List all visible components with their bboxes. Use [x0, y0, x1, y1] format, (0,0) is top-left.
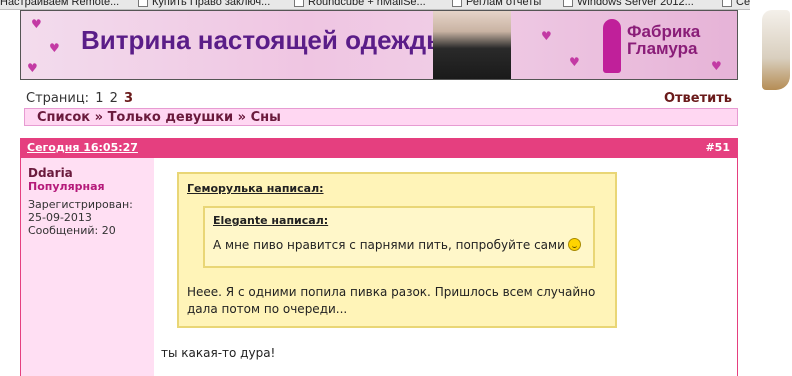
- heart-icon: ♥: [27, 61, 38, 75]
- page-link[interactable]: 1: [95, 91, 103, 106]
- logo-line-2: Гламура: [627, 39, 698, 58]
- author-info: Зарегистрирован: 25-09-2013 Сообщений: 2…: [28, 198, 133, 237]
- logo-line-1: Фабрика: [627, 22, 701, 41]
- page-icon: [722, 0, 732, 8]
- page-icon: [452, 0, 462, 8]
- author-rank: Популярная: [28, 180, 105, 193]
- bookmark-item[interactable]: Windows Server 2012...: [563, 0, 694, 9]
- quote-block: Геморулька написал: Elegante написал: А …: [177, 172, 617, 328]
- site-logo: Фабрика Гламура: [627, 23, 700, 57]
- breadcrumb-link[interactable]: Список: [37, 110, 90, 125]
- page-icon: [563, 0, 573, 8]
- bookmark-label: Реглам отчеты: [466, 0, 542, 8]
- author-name[interactable]: Ddaria: [28, 166, 73, 180]
- bookmark-item[interactable]: Купить Право заключ...: [138, 0, 270, 9]
- messages-count: Сообщений: 20: [28, 224, 116, 237]
- quote-author: Геморулька написал:: [187, 182, 324, 195]
- reply-link[interactable]: Ответить: [664, 91, 732, 106]
- breadcrumb: Список » Только девушки » Сны: [24, 108, 738, 126]
- bookmark-item[interactable]: Настраиваем Remote...: [0, 0, 119, 9]
- nested-quote-block: Elegante написал: А мне пиво нравится с …: [203, 206, 595, 268]
- heart-icon: ♥: [541, 29, 552, 43]
- breadcrumb-separator: »: [94, 110, 104, 125]
- pagination-label: Страниц:: [26, 91, 90, 106]
- breadcrumb-separator: »: [237, 110, 247, 125]
- bookmark-label: Windows Server 2012...: [577, 0, 694, 8]
- author-panel: Ddaria Популярная Зарегистрирован: 25-09…: [21, 158, 154, 376]
- shoe-image: [762, 10, 790, 90]
- quote-text: Неее. Я с одними попила пивка разок. При…: [187, 285, 596, 316]
- logo-figure-icon: [603, 19, 621, 73]
- page-link[interactable]: 2: [110, 91, 118, 106]
- heart-icon: ♥: [569, 55, 580, 69]
- bookmarks-bar: Настраиваем Remote... Купить Право заклю…: [0, 0, 792, 10]
- breadcrumb-link[interactable]: Только девушки: [108, 110, 234, 125]
- page-icon: [138, 0, 148, 8]
- side-ad-image: [750, 0, 792, 376]
- banner-title: Витрина настоящей одежды: [81, 25, 449, 55]
- nested-quote-content: А мне пиво нравится с парнями пить, попр…: [213, 238, 565, 252]
- bookmark-item[interactable]: Roundcube + nMailSe...: [294, 0, 426, 9]
- model-photo: [433, 11, 511, 79]
- quote-author: Elegante написал:: [213, 214, 329, 227]
- heart-icon: ♥: [31, 17, 42, 31]
- post-header: Сегодня 16:05:27 #51: [20, 138, 738, 158]
- post-date-link[interactable]: Сегодня 16:05:27: [27, 138, 138, 158]
- heart-icon: ♥: [49, 41, 60, 55]
- bookmark-label: Roundcube + nMailSe...: [308, 0, 426, 8]
- heart-icon: ♥: [711, 59, 722, 73]
- post-message: ты какая-то дура!: [161, 346, 276, 360]
- nested-quote-text: А мне пиво нравится с парнями пить, попр…: [213, 238, 581, 252]
- pagination: Страниц: 1 2 3: [26, 91, 133, 106]
- registered-date: 25-09-2013: [28, 211, 92, 224]
- smiley-icon: [567, 238, 581, 251]
- registered-label: Зарегистрирован:: [28, 198, 133, 211]
- breadcrumb-current: Сны: [250, 110, 281, 125]
- site-banner[interactable]: ♥ ♥ ♥ ♥ ♥ ♥ Витрина настоящей одежды Фаб…: [20, 10, 738, 80]
- post-number-link[interactable]: #51: [705, 138, 730, 158]
- bookmark-item[interactable]: Реглам отчеты: [452, 0, 541, 9]
- current-page: 3: [124, 91, 134, 106]
- bookmark-label: Купить Право заключ...: [152, 0, 271, 8]
- post-body: Ddaria Популярная Зарегистрирован: 25-09…: [20, 158, 738, 376]
- page-icon: [294, 0, 304, 8]
- bookmark-label: Настраиваем Remote...: [0, 0, 120, 8]
